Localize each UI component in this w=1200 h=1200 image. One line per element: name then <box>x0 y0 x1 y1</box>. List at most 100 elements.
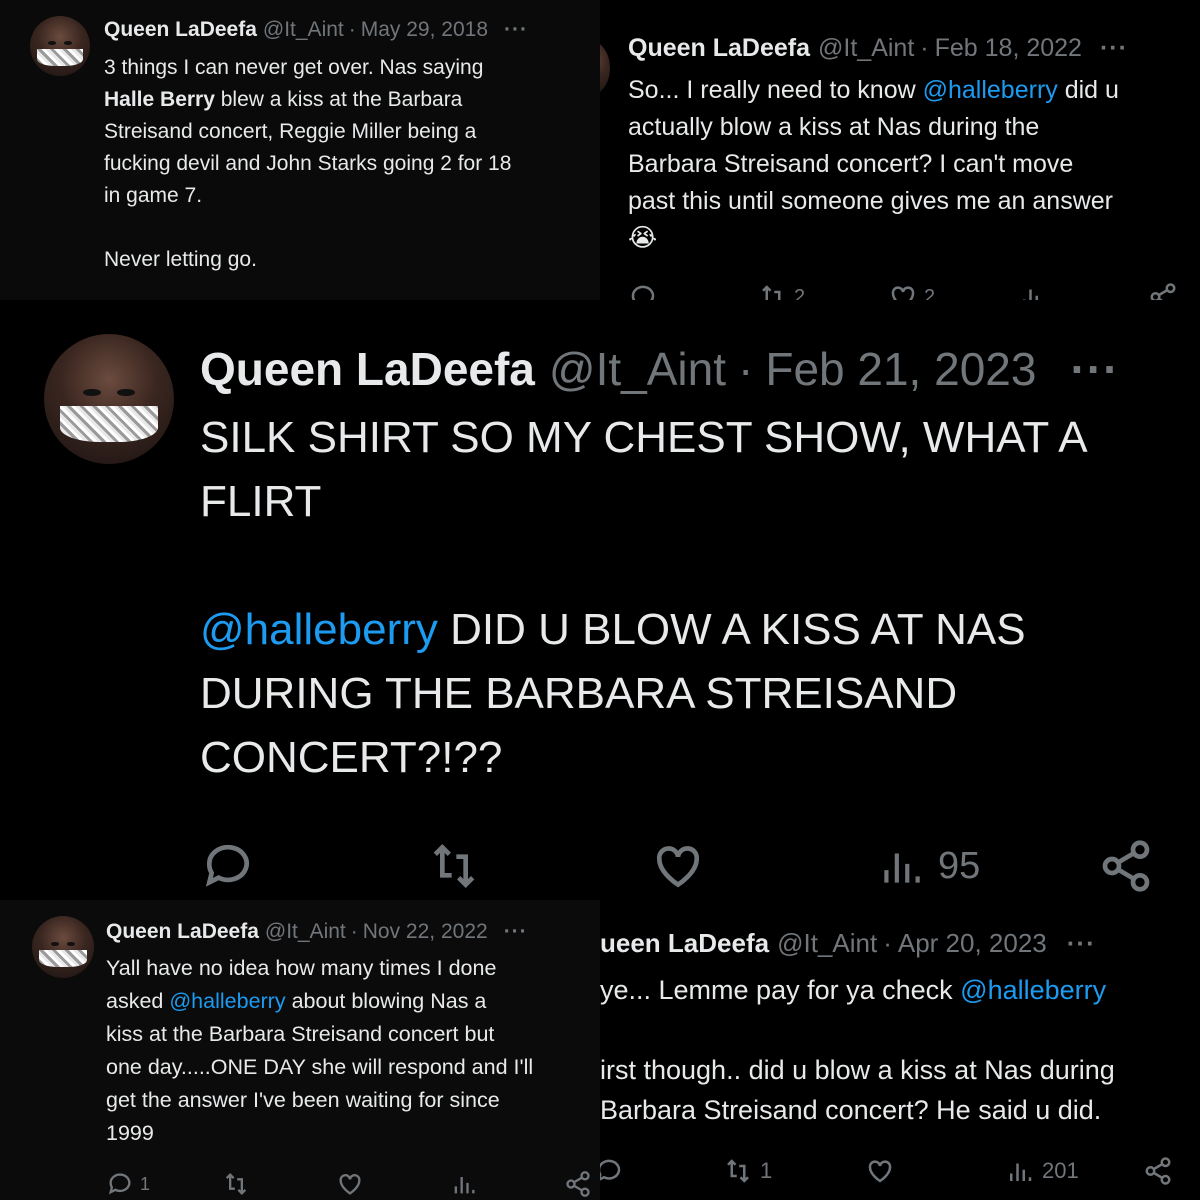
retweet-button[interactable] <box>424 838 484 894</box>
text-segment: SILK SHIRT SO MY CHEST SHOW, WHAT A FLIR… <box>200 413 1088 526</box>
reply-icon <box>631 285 655 300</box>
author-name[interactable]: Queen LaDeefa <box>628 34 810 63</box>
views-button[interactable]: 201 <box>1004 1156 1079 1186</box>
tweet-header: ueen LaDeefa @It_Aint · Apr 20, 2023 ··· <box>600 928 1096 959</box>
text-segment: irst though.. did u blow a kiss at Nas d… <box>600 1055 1115 1125</box>
like-button[interactable] <box>650 838 706 894</box>
like-icon <box>656 846 700 888</box>
views-icon <box>1023 289 1038 300</box>
mention-link[interactable]: @halleberry <box>200 605 438 654</box>
share-icon <box>1145 1157 1171 1185</box>
view-count: 201 <box>1042 1158 1079 1183</box>
retweet-count: 2 <box>794 285 806 301</box>
tweet-date[interactable]: Nov 22, 2022 <box>363 920 488 944</box>
author-handle[interactable]: @It_Aint <box>818 34 914 63</box>
separator-dot: · <box>738 343 754 395</box>
retweet-icon <box>762 285 781 300</box>
tweet-card-feb-2023: Queen LaDeefa @It_Aint · Feb 21, 2023 ··… <box>0 300 1200 900</box>
tweet-date[interactable]: Feb 18, 2022 <box>935 34 1082 63</box>
author-name[interactable]: Queen LaDeefa <box>106 920 259 944</box>
tweet-text: ye... Lemme pay for ya check @halleberry… <box>600 970 1190 1130</box>
view-count: 95 <box>938 844 981 887</box>
author-name[interactable]: Queen LaDeefa <box>200 342 535 396</box>
reply-button[interactable] <box>200 838 256 894</box>
tweet-body: 3 things I can never get over. Nas sayin… <box>104 52 574 276</box>
tweet-header: Queen LaDeefa @It_Aint · May 29, 2018 ··… <box>104 18 528 42</box>
tweet-card-apr-2023: ueen LaDeefa @It_Aint · Apr 20, 2023 ···… <box>600 900 1200 1200</box>
tweet-date[interactable]: May 29, 2018 <box>361 18 488 42</box>
share-button[interactable] <box>1148 282 1178 300</box>
like-button[interactable]: 2 <box>888 282 935 300</box>
tweet-body: SILK SHIRT SO MY CHEST SHOW, WHAT A FLIR… <box>200 406 1180 790</box>
like-icon <box>339 1174 361 1195</box>
tweet-text: 3 things I can never get over. Nas sayin… <box>104 52 574 276</box>
share-icon <box>1102 840 1150 892</box>
more-icon[interactable]: ··· <box>1070 342 1119 396</box>
separator-dot: · <box>920 34 929 62</box>
like-icon <box>868 1160 892 1183</box>
author-handle[interactable]: @It_Aint <box>263 18 344 42</box>
more-icon[interactable]: ··· <box>504 18 528 42</box>
more-icon[interactable]: ··· <box>1100 34 1128 63</box>
mention-link[interactable]: @halleberry <box>960 975 1106 1005</box>
separator-dot: · <box>883 928 892 958</box>
like-count: 2 <box>924 285 936 301</box>
reply-icon <box>108 1173 131 1195</box>
text-segment: blew a kiss at the Barbara Streisand con… <box>104 88 512 271</box>
author-handle[interactable]: @It_Aint <box>265 920 346 944</box>
retweet-icon <box>433 844 475 888</box>
tweet-header: Queen LaDeefa @It_Aint · Nov 22, 2022 ··… <box>106 920 528 944</box>
like-button[interactable] <box>336 1170 364 1198</box>
tweet-header: Queen LaDeefa @It_Aint · Feb 21, 2023 ··… <box>200 342 1119 396</box>
views-button[interactable]: 95 <box>876 838 980 894</box>
tweet-card-feb-2022: Queen LaDeefa @It_Aint · Feb 18, 2022 ··… <box>600 0 1200 300</box>
reply-button[interactable] <box>600 1156 624 1186</box>
author-handle[interactable]: @It_Aint <box>549 342 726 396</box>
retweet-button[interactable]: 2 <box>758 282 805 300</box>
tweet-card-nov-2022: Queen LaDeefa @It_Aint · Nov 22, 2022 ··… <box>0 900 600 1200</box>
mention-link[interactable]: @halleberry <box>923 76 1058 104</box>
author-name[interactable]: Queen LaDeefa <box>104 18 257 42</box>
retweet-button[interactable]: 1 <box>722 1156 772 1186</box>
tweet-body: So... I really need to know @halleberry … <box>628 72 1188 257</box>
avatar[interactable] <box>30 16 90 76</box>
tweet-text: Yall have no idea how many times I done … <box>106 952 594 1150</box>
reply-button[interactable] <box>628 282 658 300</box>
tweet-text: So... I really need to know @halleberry … <box>628 72 1188 257</box>
more-icon[interactable]: ··· <box>1067 928 1096 959</box>
reply-icon <box>205 844 249 887</box>
retweet-count: 1 <box>760 1158 773 1183</box>
share-button[interactable] <box>564 1170 592 1198</box>
share-button[interactable] <box>1142 1156 1174 1186</box>
retweet-button[interactable] <box>222 1170 250 1198</box>
mention-link[interactable]: @halleberry <box>169 989 285 1013</box>
tweet-body: ye... Lemme pay for ya check @halleberry… <box>600 970 1190 1130</box>
tweet-date[interactable]: Apr 20, 2023 <box>898 928 1047 959</box>
separator-dot: · <box>350 920 358 943</box>
reply-icon <box>600 1159 621 1181</box>
author-handle[interactable]: @It_Aint <box>777 928 877 959</box>
like-icon <box>891 286 915 300</box>
like-button[interactable] <box>864 1156 896 1186</box>
share-button[interactable] <box>1098 838 1154 894</box>
avatar[interactable] <box>600 40 610 96</box>
retweet-icon <box>225 1173 247 1195</box>
bold-text: Halle Berry <box>104 88 215 111</box>
tweet-text: SILK SHIRT SO MY CHEST SHOW, WHAT A FLIR… <box>200 406 1180 790</box>
reply-button[interactable]: 1 <box>106 1170 150 1198</box>
avatar[interactable] <box>44 334 174 464</box>
tweet-date[interactable]: Feb 21, 2023 <box>765 342 1036 396</box>
text-segment: 3 things I can never get over. Nas sayin… <box>104 56 484 79</box>
views-icon <box>884 853 920 883</box>
avatar[interactable] <box>32 916 94 978</box>
views-icon <box>1010 1163 1032 1181</box>
views-button[interactable] <box>1018 282 1048 300</box>
reply-count: 1 <box>140 1173 151 1194</box>
views-button[interactable] <box>450 1170 478 1198</box>
separator-dot: · <box>348 18 356 41</box>
author-name[interactable]: ueen LaDeefa <box>600 928 769 959</box>
tweet-card-2018: Queen LaDeefa @It_Aint · May 29, 2018 ··… <box>0 0 600 300</box>
text-segment: So... I really need to know <box>628 76 923 104</box>
more-icon[interactable]: ··· <box>504 920 528 944</box>
text-segment: ye... Lemme pay for ya check <box>600 975 961 1005</box>
